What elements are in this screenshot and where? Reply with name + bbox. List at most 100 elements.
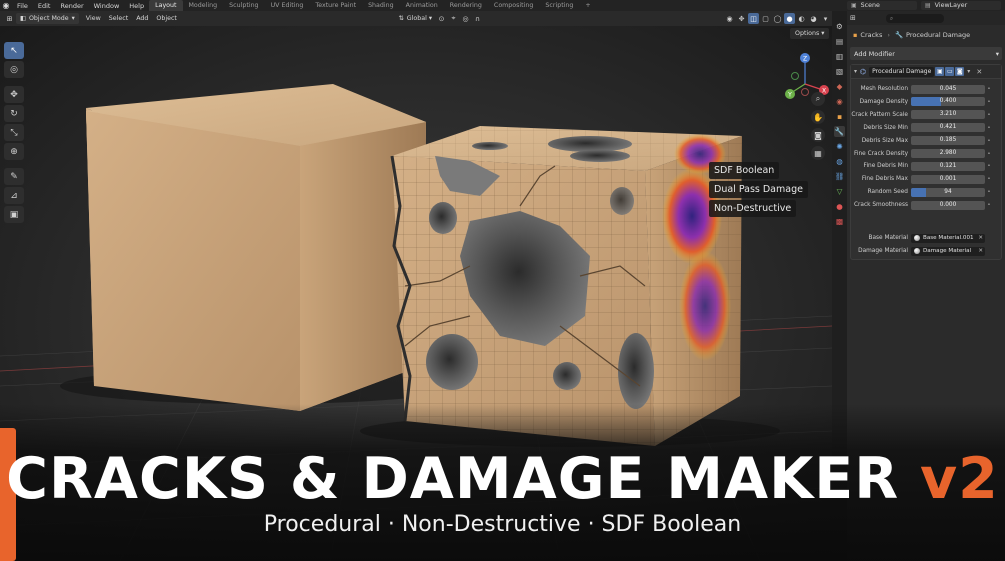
annotate-icon[interactable]: ✎ (4, 168, 24, 185)
workspace-tab-shading[interactable]: Shading (362, 0, 400, 11)
collapse-chevron-icon[interactable]: ▾ (854, 68, 857, 75)
material-tab-icon[interactable]: ● (834, 201, 845, 212)
modifier-menu-chevron-icon[interactable]: ▾ (967, 68, 970, 75)
tool-tab-icon[interactable]: ⚙ (834, 21, 845, 32)
transform-icon[interactable]: ⊕ (4, 143, 24, 160)
select-box-icon[interactable]: ↖ (4, 42, 24, 59)
gizmo-neg-z[interactable] (801, 88, 809, 96)
properties-editor-icon[interactable]: ⊞ (850, 14, 856, 22)
menu-edit[interactable]: Edit (33, 2, 56, 10)
param-slider[interactable]: 0.400 (911, 97, 985, 107)
keyframe-dot-icon[interactable]: • (985, 86, 993, 92)
param-slider[interactable]: 0.001 (911, 174, 985, 184)
keyframe-dot-icon[interactable]: • (985, 163, 993, 169)
param-slider[interactable]: 3.210 (911, 110, 985, 120)
workspace-tab-animation[interactable]: Animation (400, 0, 444, 11)
object-tab-icon[interactable]: ▪ (834, 111, 845, 122)
param-slider[interactable]: 0.185 (911, 136, 985, 146)
param-slider[interactable]: 94 (911, 187, 985, 197)
add-modifier-button[interactable]: Add Modifier ▾ (850, 47, 1002, 60)
add-workspace-button[interactable]: + (579, 0, 596, 11)
material-shading-icon[interactable]: ◐ (796, 13, 807, 24)
workspace-tab-sculpting[interactable]: Sculpting (223, 0, 264, 11)
data-tab-icon[interactable]: ▽ (834, 186, 845, 197)
workspace-tab-scripting[interactable]: Scripting (539, 0, 579, 11)
modifier-header[interactable]: ▾ ⌬ Procedural Damage ▣ ▭ ◙ ▾ ✕ (851, 65, 1001, 79)
snap-icon[interactable]: ⌖ (448, 13, 459, 24)
viewport-toggle-icon[interactable]: ▭ (945, 67, 955, 76)
workspace-tab-uv-editing[interactable]: UV Editing (265, 0, 310, 11)
transform-orientation-dropdown[interactable]: ⇅ Global ▾ (394, 13, 436, 24)
rendered-shading-icon[interactable]: ◕ (808, 13, 819, 24)
pivot-icon[interactable]: ⊙ (436, 13, 447, 24)
workspace-tab-texture-paint[interactable]: Texture Paint (309, 0, 362, 11)
gizmo-toggle-icon[interactable]: ✥ (736, 13, 747, 24)
constraints-tab-icon[interactable]: ⛓ (834, 171, 845, 182)
view-layer-selector[interactable]: ▤ ViewLayer (921, 1, 1001, 10)
gizmo-neg-y[interactable] (791, 72, 799, 80)
edit-mode-toggle-icon[interactable]: ▣ (935, 67, 945, 76)
keyframe-dot-icon[interactable]: • (985, 202, 993, 208)
param-slider[interactable]: 2.980 (911, 149, 985, 158)
perspective-grid-icon[interactable]: ▦ (811, 146, 825, 160)
render-tab-icon[interactable]: ▤ (834, 36, 845, 47)
keyframe-dot-icon[interactable]: • (985, 189, 993, 195)
particles-tab-icon[interactable]: ✺ (834, 141, 845, 152)
solid-shading-icon[interactable]: ● (784, 13, 795, 24)
clear-icon[interactable]: ✕ (978, 235, 983, 241)
menu-select[interactable]: Select (105, 13, 132, 24)
remove-modifier-icon[interactable]: ✕ (976, 68, 982, 76)
scale-icon[interactable]: ⤡ (4, 124, 24, 141)
physics-tab-icon[interactable]: ◍ (834, 156, 845, 167)
overlay-toggle-icon[interactable]: ◫ (748, 13, 759, 24)
options-dropdown[interactable]: Options ▾ (790, 28, 830, 39)
workspace-tab-compositing[interactable]: Compositing (488, 0, 539, 11)
move-icon[interactable]: ✥ (4, 86, 24, 103)
modifier-tab-icon[interactable]: 🔧 (834, 126, 845, 137)
keyframe-dot-icon[interactable]: • (985, 99, 993, 105)
workspace-tab-modeling[interactable]: Modeling (183, 0, 224, 11)
menu-help[interactable]: Help (124, 2, 149, 10)
menu-object[interactable]: Object (152, 13, 181, 24)
blender-logo-icon[interactable]: ◉ (0, 0, 12, 11)
falloff-icon[interactable]: ∩ (472, 13, 483, 24)
menu-file[interactable]: File (12, 2, 33, 10)
render-toggle-icon[interactable]: ◙ (955, 67, 965, 76)
proportional-edit-icon[interactable]: ◎ (460, 13, 471, 24)
wireframe-shading-icon[interactable]: ◯ (772, 13, 783, 24)
workspace-tab-layout[interactable]: Layout (149, 0, 183, 11)
rotate-icon[interactable]: ↻ (4, 105, 24, 122)
object-mode-dropdown[interactable]: ◧ Object Mode ▾ (16, 13, 79, 24)
base-material-field[interactable]: Base Material.001 ✕ (911, 233, 985, 243)
keyframe-dot-icon[interactable]: • (985, 112, 993, 118)
scene-selector[interactable]: ▣ Scene (847, 1, 917, 10)
visibility-icon[interactable]: ◉ (724, 13, 735, 24)
menu-window[interactable]: Window (89, 2, 125, 10)
keyframe-dot-icon[interactable]: • (985, 151, 993, 157)
param-slider[interactable]: 0.000 (911, 200, 985, 210)
cursor-icon[interactable]: ◎ (4, 61, 24, 78)
keyframe-dot-icon[interactable]: • (985, 125, 993, 131)
param-slider[interactable]: 0.421 (911, 123, 985, 133)
xray-icon[interactable]: ▢ (760, 13, 771, 24)
output-tab-icon[interactable]: ▥ (834, 51, 845, 62)
workspace-tab-rendering[interactable]: Rendering (444, 0, 488, 11)
texture-tab-icon[interactable]: ▩ (834, 216, 845, 227)
scene-tab-icon[interactable]: ◆ (834, 81, 845, 92)
keyframe-dot-icon[interactable]: • (985, 176, 993, 182)
world-tab-icon[interactable]: ◉ (834, 96, 845, 107)
param-slider[interactable]: 0.121 (911, 161, 985, 171)
editor-type-icon[interactable]: ⊞ (4, 13, 15, 24)
clear-icon[interactable]: ✕ (978, 248, 983, 254)
zoom-icon[interactable]: ⌕ (811, 92, 825, 106)
camera-icon[interactable]: ◙ (811, 128, 825, 142)
keyframe-dot-icon[interactable]: • (985, 138, 993, 144)
pan-hand-icon[interactable]: ✋ (811, 110, 825, 124)
menu-view[interactable]: View (82, 13, 105, 24)
measure-icon[interactable]: ⊿ (4, 187, 24, 204)
view-layer-tab-icon[interactable]: ▧ (834, 66, 845, 77)
menu-add[interactable]: Add (132, 13, 152, 24)
properties-search-input[interactable]: ⌕ (885, 13, 944, 23)
menu-render[interactable]: Render (55, 2, 88, 10)
param-slider[interactable]: 0.045 (911, 84, 985, 94)
